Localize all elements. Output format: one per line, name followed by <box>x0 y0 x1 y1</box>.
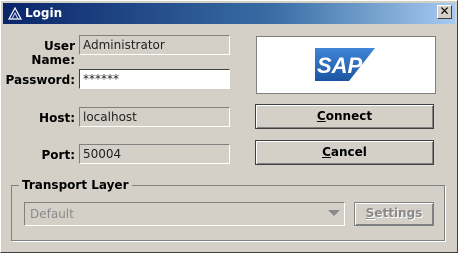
logo-panel: SAP <box>256 36 436 94</box>
sap-logo: SAP <box>315 48 375 81</box>
title-bar[interactable]: Login ✕ <box>3 3 455 24</box>
host-field[interactable]: localhost <box>79 107 230 127</box>
cancel-mnemonic: C <box>322 145 331 159</box>
username-label: User Name: <box>31 39 75 67</box>
password-label: Password: <box>5 73 76 87</box>
close-icon: ✕ <box>439 4 450 18</box>
transport-layer-select[interactable]: Default <box>24 202 345 226</box>
transport-layer-title: Transport Layer <box>19 178 132 192</box>
port-label: Port: <box>41 148 76 162</box>
port-field[interactable]: 50004 <box>79 144 230 164</box>
connect-mnemonic: C <box>316 109 326 123</box>
close-button[interactable]: ✕ <box>437 5 452 19</box>
username-field[interactable]: Administrator <box>79 35 230 55</box>
host-label: Host: <box>39 111 75 125</box>
cancel-button[interactable]: Cancel <box>255 140 434 165</box>
sap-logo-text: SAP <box>317 53 363 78</box>
connect-label: onnect <box>325 109 373 123</box>
cancel-label: ancel <box>330 145 367 159</box>
login-dialog: Login ✕ User Name: Administrator Passwor… <box>0 0 458 253</box>
transport-layer-value: Default <box>30 207 74 221</box>
window-title: Login <box>25 6 63 20</box>
settings-label: ettings <box>374 206 423 220</box>
java-cup-icon <box>7 6 23 20</box>
connect-button[interactable]: Connect <box>255 104 434 129</box>
chevron-down-icon <box>328 210 340 216</box>
password-field[interactable]: ****** <box>79 69 230 89</box>
settings-button[interactable]: Settings <box>354 202 434 226</box>
